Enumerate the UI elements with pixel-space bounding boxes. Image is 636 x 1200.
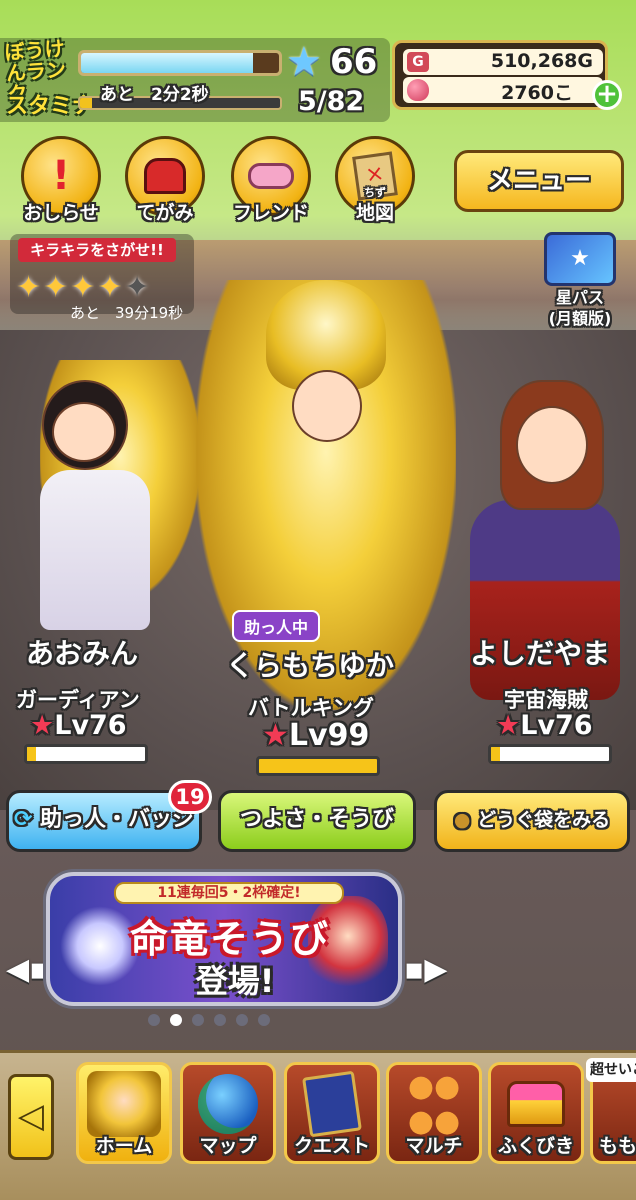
banner-prev-arrow-icon[interactable]: ◀▪ <box>6 952 49 987</box>
starpass-card-icon: ★ <box>544 232 616 286</box>
gem-value: 2760こ <box>501 82 573 104</box>
nav-back-button[interactable]: ◁ <box>8 1074 54 1160</box>
banner-next-arrow-icon[interactable]: ▪▶ <box>404 952 447 987</box>
kirakira-star-empty-icon: ✦ <box>124 270 152 305</box>
character-face-center <box>292 370 362 442</box>
mail-button[interactable]: てがみ <box>120 136 210 228</box>
level-star-icon: ★ <box>262 718 289 753</box>
gem-icon <box>407 79 429 101</box>
nav-multi-label: マルチ <box>405 1135 463 1157</box>
party-hp-fill-center <box>259 759 377 773</box>
gold-coin-icon: G <box>407 52 429 72</box>
gold-row: G 510,268G <box>403 49 603 75</box>
party-hp-fill-left <box>27 747 37 761</box>
map-button[interactable]: × ちず 地図 <box>330 136 420 228</box>
friend-button[interactable]: フレンド <box>226 136 316 228</box>
nav-quest-label: クエスト <box>293 1135 370 1157</box>
book-icon <box>295 1070 369 1138</box>
rank-progress-bar <box>78 50 282 76</box>
kirakira-timer: あと 39分19秒 <box>70 304 184 322</box>
party-member-left[interactable] <box>10 340 200 660</box>
rank-progress-fill <box>81 53 254 73</box>
kirakira-star-icon: ✦✦✦✦ <box>16 270 125 305</box>
starpass-label-2: (月額版) <box>548 309 612 328</box>
helper-icon: ⟳ <box>13 807 33 832</box>
helper-badge: 助っ人中 <box>232 610 321 642</box>
character-face-right <box>516 406 588 484</box>
add-gems-button[interactable]: + <box>592 80 622 110</box>
banner-title: 命竜そうび <box>129 917 330 961</box>
party-icon: ●● ●● <box>407 1069 461 1139</box>
party-hp-fill-right <box>491 747 501 761</box>
treasure-chest-icon <box>499 1071 573 1137</box>
party-level-left: ★Lv76 <box>30 710 127 741</box>
party-level-center: ★Lv99 <box>262 718 370 753</box>
currency-panel: G 510,268G 2760こ <box>392 40 608 110</box>
banner-page-dot[interactable] <box>214 1014 226 1026</box>
banner-top-text: 11連毎回5・2枠確定! <box>114 882 344 904</box>
star-icon: ★ <box>286 39 322 85</box>
party-name-right: よしだやま <box>470 637 611 670</box>
nav-extra-label: もも <box>599 1135 636 1157</box>
friend-label: フレンド <box>232 202 309 224</box>
level-star-icon: ★ <box>496 710 521 741</box>
nav-lottery-label: ふくびき <box>497 1135 574 1157</box>
mail-label: てがみ <box>136 202 194 224</box>
banner-page-dot[interactable] <box>148 1014 160 1026</box>
event-banner[interactable]: 11連毎回5・2枠確定! 命竜そうび 登場! <box>46 872 402 1006</box>
stamina-fill <box>80 98 92 108</box>
level-star-icon: ★ <box>30 710 55 741</box>
party-level-right: ★Lv76 <box>496 710 593 741</box>
stamina-timer: あと 2分2秒 <box>100 85 209 105</box>
nav-home[interactable]: ホーム <box>76 1062 172 1164</box>
nav-map[interactable]: マップ <box>180 1062 276 1164</box>
party-name-left: あおみん <box>26 637 139 670</box>
item-bag-button[interactable]: ● どうぐ袋をみる <box>434 790 630 852</box>
nav-lottery[interactable]: ふくびき <box>488 1062 584 1164</box>
character-dress-left <box>40 470 150 630</box>
nav-home-label: ホーム <box>95 1135 153 1157</box>
nav-map-label: マップ <box>199 1135 257 1157</box>
map-ruby: ちず <box>364 186 386 199</box>
character-face-left <box>52 402 116 462</box>
starpass-label-1: 星パス <box>555 288 604 307</box>
gold-value: 510,268G <box>490 50 593 72</box>
strength-equipment-button[interactable]: つよさ・そうび <box>218 790 416 852</box>
starpass-button[interactable]: ★ 星パス (月額版) <box>530 232 630 328</box>
map-label: ちず 地図 <box>320 186 430 225</box>
news-label: おしらせ <box>23 202 99 224</box>
banner-pagination <box>148 1012 278 1028</box>
bag-icon: ● <box>453 809 471 831</box>
banner-page-dot[interactable] <box>258 1014 270 1026</box>
rank-value: 66 <box>330 42 378 82</box>
stamina-value: 5/82 <box>298 86 365 117</box>
banner-page-dot[interactable] <box>236 1014 248 1026</box>
globe-icon <box>191 1071 265 1137</box>
nav-extra-tag: 超せいこ <box>586 1058 636 1082</box>
hero-portrait-icon <box>87 1071 161 1137</box>
party-name-center: くらもちゆか <box>226 649 395 682</box>
gem-row: 2760こ <box>403 77 603 104</box>
kirakira-title: キラキラをさがせ!! <box>18 238 176 262</box>
news-button[interactable]: ! おしらせ <box>16 136 106 228</box>
party-hp-left <box>24 744 148 764</box>
banner-subtitle: 登場! <box>195 962 275 1000</box>
banner-page-dot[interactable] <box>192 1014 204 1026</box>
banner-page-dot[interactable] <box>170 1014 182 1026</box>
kirakira-stars: ✦✦✦✦✦ <box>16 270 152 305</box>
nav-quest[interactable]: クエスト <box>284 1062 380 1164</box>
party-hp-right <box>488 744 612 764</box>
helper-notification-badge: 19 <box>168 780 212 814</box>
party-hp-center <box>256 756 380 776</box>
chevron-left-icon: ◁ <box>17 1096 45 1136</box>
nav-multi[interactable]: ●● ●● マルチ <box>386 1062 482 1164</box>
menu-button[interactable]: メニュー <box>454 150 624 212</box>
